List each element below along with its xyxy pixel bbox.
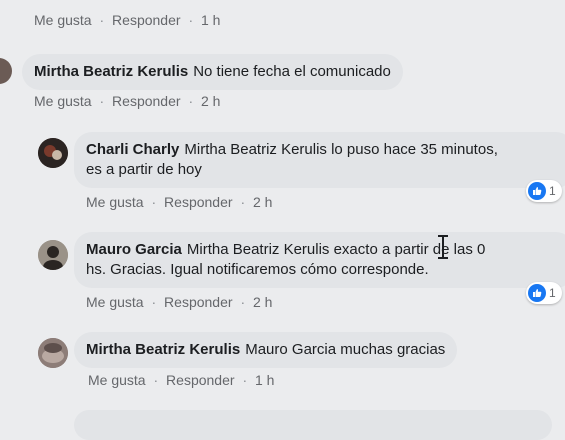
separator: · — [99, 12, 105, 28]
reaction-count[interactable]: 1 — [526, 180, 562, 202]
text-cursor-icon — [438, 235, 448, 259]
comment-time[interactable]: 2 h — [253, 294, 272, 310]
reply-link[interactable]: Responder — [112, 12, 181, 28]
separator: · — [240, 294, 246, 310]
avatar[interactable] — [38, 138, 68, 168]
reply-link[interactable]: Responder — [164, 294, 233, 310]
comment-actions: Me gusta · Responder · 2 h — [86, 294, 276, 310]
separator: · — [151, 194, 157, 210]
avatar[interactable] — [38, 240, 68, 270]
reaction-number: 1 — [549, 184, 556, 198]
like-link[interactable]: Me gusta — [88, 372, 146, 388]
comment-bubble: Mirtha Beatriz Kerulis No tiene fecha el … — [22, 54, 403, 90]
like-thumb-icon — [528, 182, 546, 200]
comment-time[interactable]: 2 h — [253, 194, 272, 210]
comment-time[interactable]: 1 h — [201, 12, 220, 28]
comment-author[interactable]: Mirtha Beatriz Kerulis — [86, 341, 240, 358]
like-link[interactable]: Me gusta — [34, 12, 92, 28]
reaction-number: 1 — [549, 286, 556, 300]
comment-author[interactable]: Mauro Garcia — [86, 241, 182, 258]
comment-text-line2: es a partir de hoy — [86, 161, 202, 178]
separator: · — [153, 372, 159, 388]
comment-text: Mauro Garcia muchas gracias — [245, 341, 446, 358]
comment-bubble: Mauro Garcia Mirtha Beatriz Kerulis exact… — [74, 232, 565, 288]
comment-text-line2: hs. Gracias. Igual notificaremos cómo co… — [86, 261, 429, 278]
separator: · — [242, 372, 248, 388]
comment-author[interactable]: Charli Charly — [86, 141, 179, 158]
reply-link[interactable]: Responder — [112, 93, 181, 109]
separator: · — [151, 294, 157, 310]
comment-actions: Me gusta · Responder · 1 h — [88, 372, 278, 388]
comment-text: No tiene fecha el comunicado — [193, 63, 391, 80]
like-link[interactable]: Me gusta — [34, 93, 92, 109]
reply-link[interactable]: Responder — [164, 194, 233, 210]
avatar-image — [38, 138, 68, 168]
avatar[interactable] — [0, 58, 12, 84]
comment-text-line1: Mirtha Beatriz Kerulis lo puso hace 35 m… — [184, 141, 498, 158]
separator: · — [99, 93, 105, 109]
reply-input[interactable] — [74, 410, 552, 440]
comment-bubble: Mirtha Beatriz Kerulis Mauro Garcia mucha… — [74, 332, 458, 368]
like-link[interactable]: Me gusta — [86, 294, 144, 310]
avatar[interactable] — [38, 338, 68, 368]
comment-time[interactable]: 2 h — [201, 93, 220, 109]
comment-author[interactable]: Mirtha Beatriz Kerulis — [34, 63, 188, 80]
separator: · — [240, 194, 246, 210]
separator: · — [188, 93, 194, 109]
avatar-image — [38, 338, 68, 368]
comment-bubble: Charli Charly Mirtha Beatriz Kerulis lo p… — [74, 132, 565, 188]
comment-time[interactable]: 1 h — [255, 372, 274, 388]
reply-link[interactable]: Responder — [166, 372, 235, 388]
like-thumb-icon — [528, 284, 546, 302]
comment-actions: Me gusta · Responder · 2 h — [34, 93, 224, 109]
reaction-count[interactable]: 1 — [526, 282, 562, 304]
avatar-image — [38, 240, 68, 270]
comment-actions: Me gusta · Responder · 1 h — [34, 12, 224, 28]
comment-actions: Me gusta · Responder · 2 h — [86, 194, 276, 210]
like-link[interactable]: Me gusta — [86, 194, 144, 210]
separator: · — [188, 12, 194, 28]
